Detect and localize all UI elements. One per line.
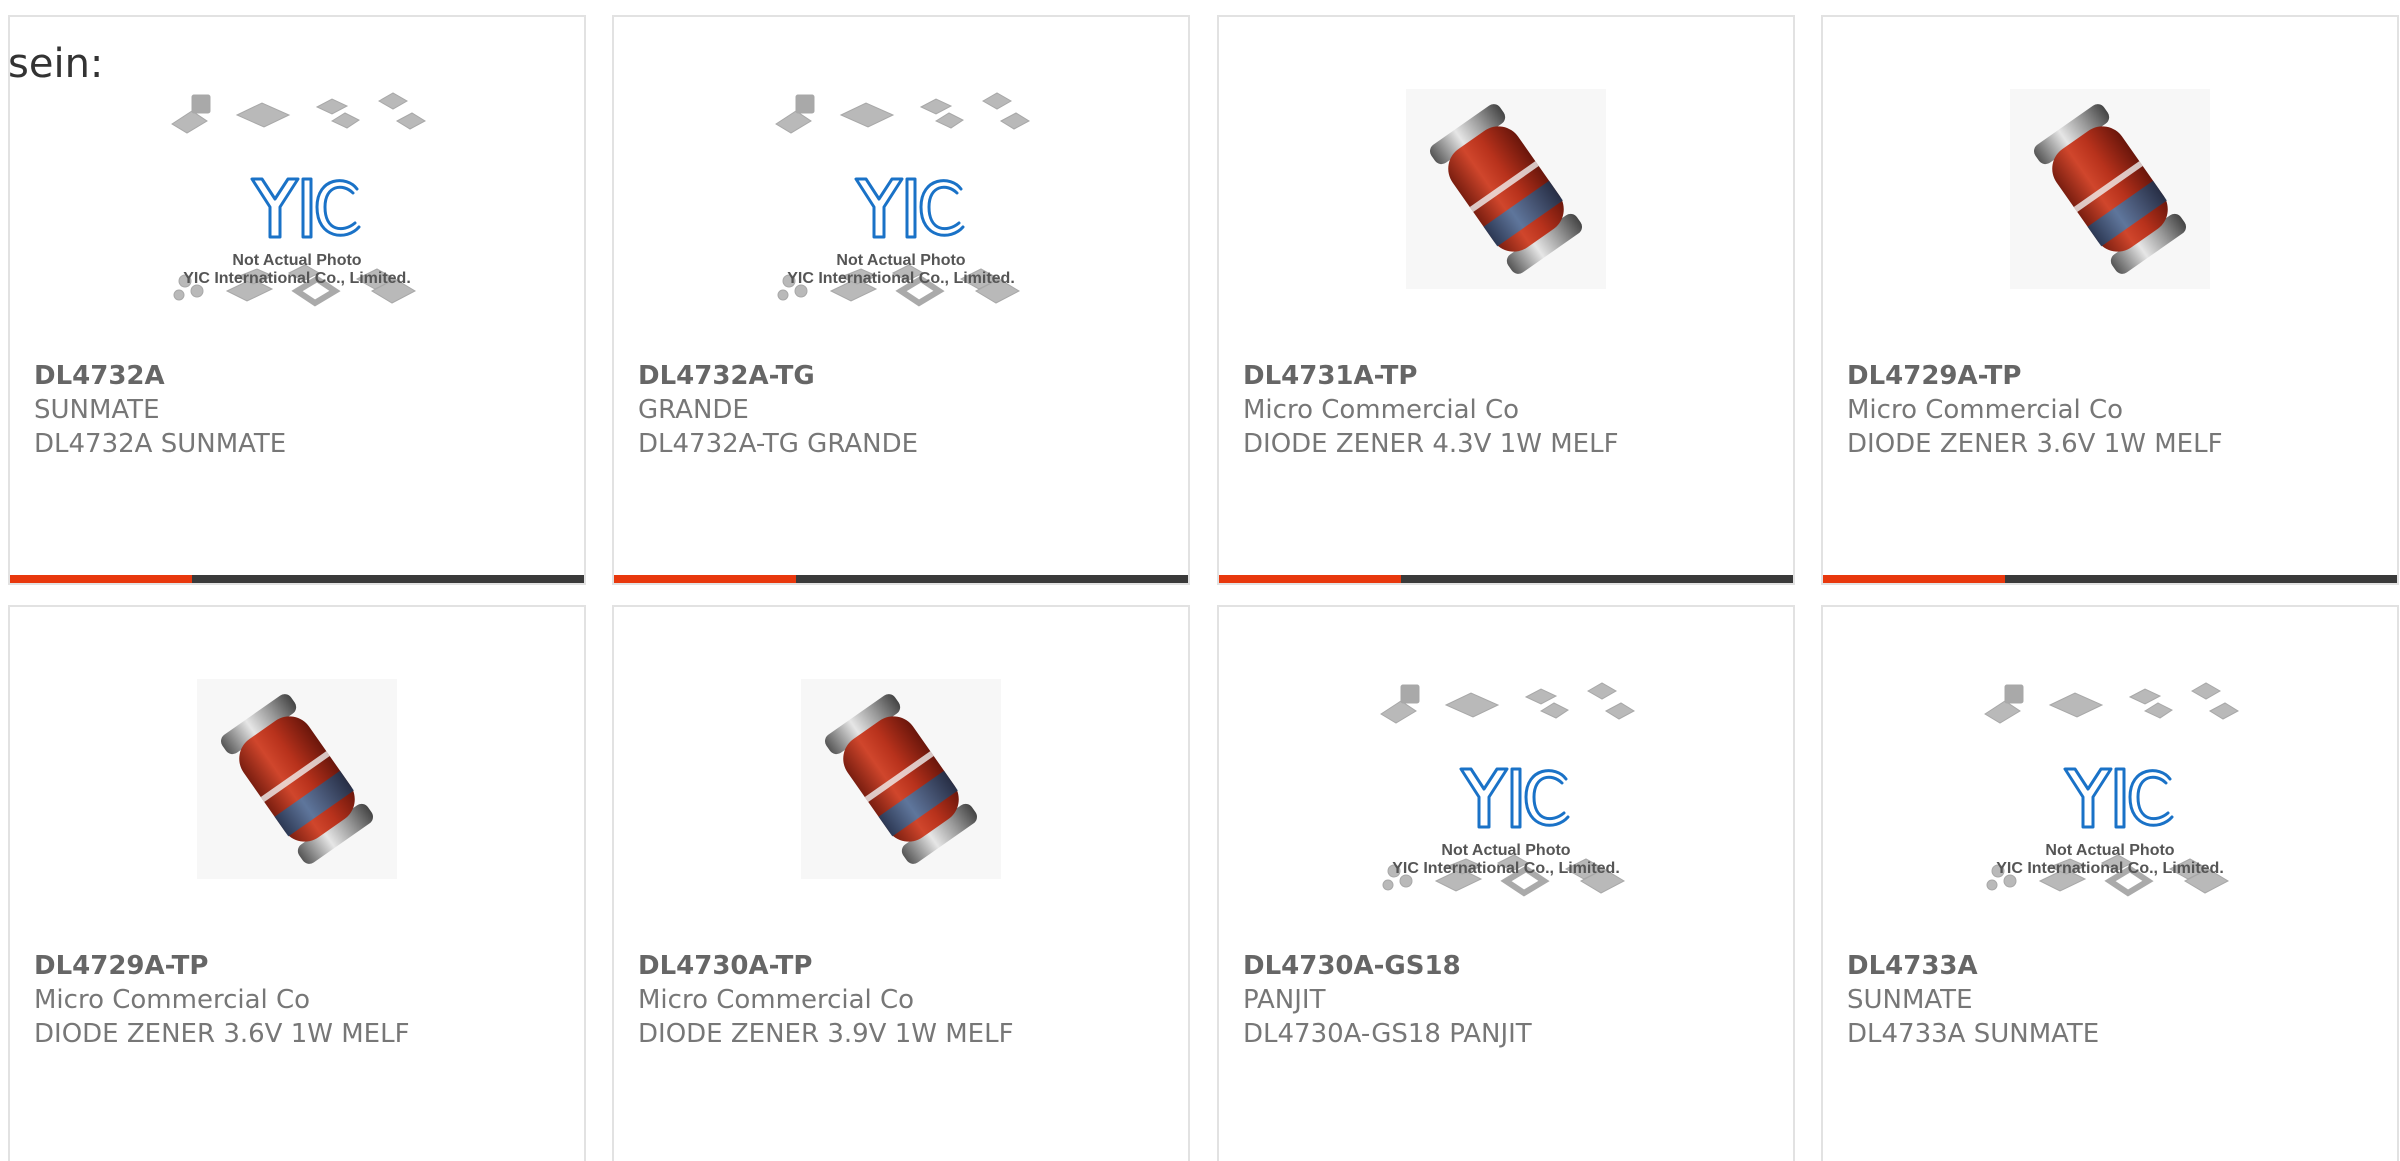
placeholder-line-1: Not Actual Photo — [2045, 842, 2174, 859]
product-description: DIODE ZENER 3.9V 1W MELF — [638, 1019, 1014, 1049]
manufacturer-name: SUNMATE — [1847, 985, 1973, 1015]
manufacturer-name: SUNMATE — [34, 395, 160, 425]
product-description: DL4732A SUNMATE — [34, 429, 287, 459]
card-accent-bar — [1823, 575, 2005, 583]
card-progress-bar — [1219, 575, 1793, 583]
placeholder-line-2: YIC International Co., Limited. — [787, 270, 1015, 287]
placeholder-line-2: YIC International Co., Limited. — [183, 270, 411, 287]
product-description: DL4730A-GS18 PANJIT — [1243, 1019, 1532, 1049]
product-description: DL4733A SUNMATE — [1847, 1019, 2100, 1049]
part-number[interactable]: DL4730A-GS18 — [1243, 949, 1783, 983]
melf-diode-image[interactable] — [614, 607, 1188, 947]
manufacturer-name: Micro Commercial Co — [1243, 395, 1520, 425]
manufacturer-name: Micro Commercial Co — [34, 985, 311, 1015]
product-description: DIODE ZENER 3.6V 1W MELF — [34, 1019, 410, 1049]
card-accent-bar — [1219, 575, 1401, 583]
manufacturer-name: PANJIT — [1243, 985, 1326, 1015]
card-accent-bar — [614, 575, 796, 583]
part-number[interactable]: DL4730A-TP — [638, 949, 1178, 983]
yic-placeholder-image[interactable]: Not Actual Photo YIC International Co., … — [1823, 607, 2397, 947]
product-info: DL4732A-TG GRANDE DL4732A-TG GRANDE — [638, 359, 1178, 461]
part-number[interactable]: DL4729A-TP — [34, 949, 574, 983]
product-card-8[interactable]: Not Actual Photo YIC International Co., … — [1821, 605, 2399, 1161]
product-card-6[interactable]: DL4730A-TP Micro Commercial Co DIODE ZEN… — [612, 605, 1190, 1161]
manufacturer-name: Micro Commercial Co — [638, 985, 915, 1015]
placeholder-line-1: Not Actual Photo — [232, 252, 361, 269]
product-info: DL4730A-TP Micro Commercial Co DIODE ZEN… — [638, 949, 1178, 1051]
yic-placeholder-image[interactable]: Not Actual Photo YIC International Co., … — [614, 17, 1188, 357]
product-info: DL4729A-TP Micro Commercial Co DIODE ZEN… — [1847, 359, 2387, 461]
manufacturer-name: GRANDE — [638, 395, 749, 425]
product-description: DIODE ZENER 4.3V 1W MELF — [1243, 429, 1619, 459]
part-number[interactable]: DL4732A-TG — [638, 359, 1178, 393]
melf-diode-image[interactable] — [1823, 17, 2397, 357]
product-card-3[interactable]: DL4731A-TP Micro Commercial Co DIODE ZEN… — [1217, 15, 1795, 585]
product-info: DL4732A SUNMATE DL4732A SUNMATE — [34, 359, 574, 461]
melf-diode-image[interactable] — [1219, 17, 1793, 357]
placeholder-line-2: YIC International Co., Limited. — [1996, 860, 2224, 877]
product-info: DL4733A SUNMATE DL4733A SUNMATE — [1847, 949, 2387, 1051]
manufacturer-name: Micro Commercial Co — [1847, 395, 2124, 425]
card-progress-bar — [614, 575, 1188, 583]
card-progress-bar — [10, 575, 584, 583]
product-card-2[interactable]: Not Actual Photo YIC International Co., … — [612, 15, 1190, 585]
yic-logo — [2063, 767, 2174, 829]
part-number[interactable]: DL4733A — [1847, 949, 2387, 983]
placeholder-line-2: YIC International Co., Limited. — [1392, 860, 1620, 877]
product-grid: Not Actual Photo YIC International Co., … — [8, 15, 2400, 1161]
product-grid-page: sein: Not Actual Photo YIC International… — [0, 0, 2400, 1161]
card-progress-bar — [1823, 575, 2397, 583]
part-number[interactable]: DL4732A — [34, 359, 574, 393]
product-card-4[interactable]: DL4729A-TP Micro Commercial Co DIODE ZEN… — [1821, 15, 2399, 585]
part-number[interactable]: DL4731A-TP — [1243, 359, 1783, 393]
part-number[interactable]: DL4729A-TP — [1847, 359, 2387, 393]
product-card-7[interactable]: Not Actual Photo YIC International Co., … — [1217, 605, 1795, 1161]
product-description: DIODE ZENER 3.6V 1W MELF — [1847, 429, 2223, 459]
heading-text: sein: — [8, 41, 104, 87]
yic-logo — [250, 177, 361, 239]
card-accent-bar — [10, 575, 192, 583]
product-description: DL4732A-TG GRANDE — [638, 429, 919, 459]
yic-logo — [1459, 767, 1570, 829]
yic-placeholder-image[interactable]: Not Actual Photo YIC International Co., … — [1219, 607, 1793, 947]
product-card-5[interactable]: DL4729A-TP Micro Commercial Co DIODE ZEN… — [8, 605, 586, 1161]
placeholder-line-1: Not Actual Photo — [1441, 842, 1570, 859]
product-info: DL4731A-TP Micro Commercial Co DIODE ZEN… — [1243, 359, 1783, 461]
melf-diode-image[interactable] — [10, 607, 584, 947]
yic-logo — [854, 177, 965, 239]
placeholder-line-1: Not Actual Photo — [836, 252, 965, 269]
product-card-1[interactable]: Not Actual Photo YIC International Co., … — [8, 15, 586, 585]
product-info: DL4729A-TP Micro Commercial Co DIODE ZEN… — [34, 949, 574, 1051]
product-info: DL4730A-GS18 PANJIT DL4730A-GS18 PANJIT — [1243, 949, 1783, 1051]
